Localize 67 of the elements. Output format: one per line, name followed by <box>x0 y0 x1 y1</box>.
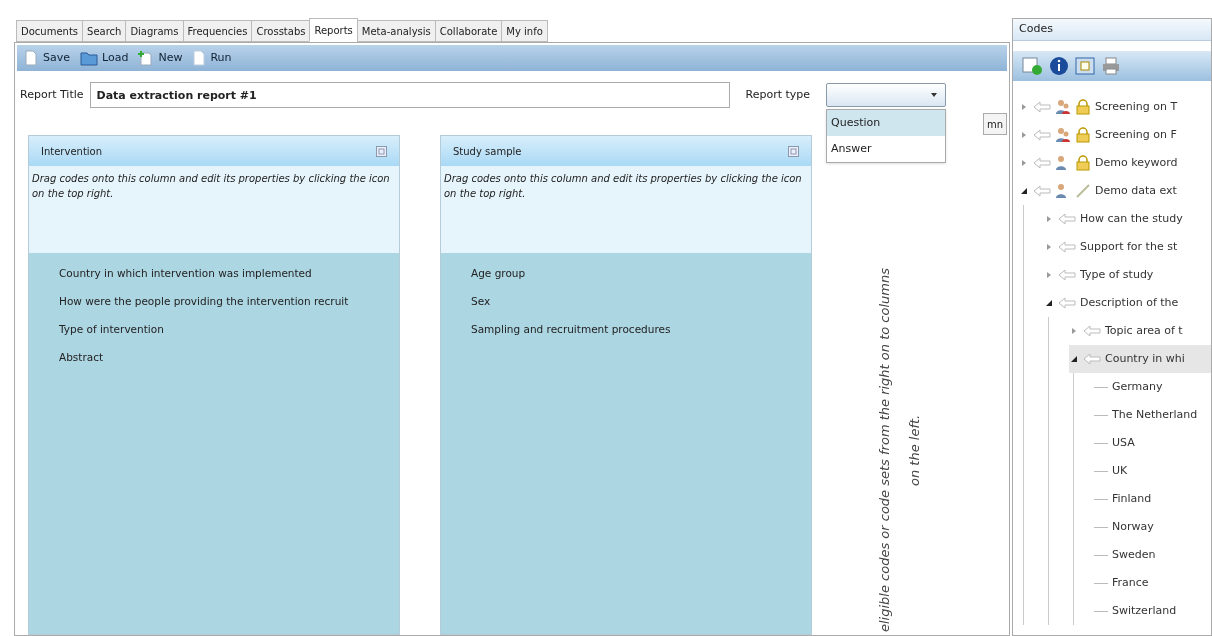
report-title-field[interactable]: Data extraction report #1 <box>89 82 730 108</box>
expand-triangle-icon[interactable] <box>1045 271 1053 279</box>
tab[interactable]: Documents <box>16 20 84 42</box>
column-code[interactable]: How were the people providing the intervention recruit <box>29 288 399 316</box>
arrow-outline-icon <box>1058 297 1076 309</box>
panel-title: Codes <box>1019 21 1053 38</box>
properties-icon[interactable] <box>788 145 799 157</box>
field-label: Report Title <box>20 86 84 103</box>
collapse-triangle-icon[interactable] <box>1020 187 1028 195</box>
arrow-outline-icon <box>1033 101 1051 113</box>
expand-triangle-icon[interactable] <box>1020 159 1028 167</box>
caret-icon <box>931 93 938 97</box>
people-icon <box>1055 127 1071 143</box>
printer-icon[interactable] <box>1101 56 1121 76</box>
expand-triangle-icon[interactable] <box>1020 131 1028 139</box>
arrow-outline-icon <box>1083 325 1101 337</box>
tab[interactable]: Crosstabs <box>251 20 311 42</box>
toolbar-button[interactable]: Run <box>192 49 232 67</box>
arrow-outline-icon <box>1058 241 1076 253</box>
tab[interactable]: Search <box>82 20 127 42</box>
people-icon <box>1055 99 1071 115</box>
arrow-outline-icon <box>1033 129 1051 141</box>
properties-icon[interactable] <box>376 145 387 157</box>
tree-row[interactable]: Country in whi <box>1069 345 1211 373</box>
column-code[interactable]: Sampling and recruitment procedures <box>441 316 811 344</box>
column-code[interactable]: Sex <box>441 288 811 316</box>
new-page-icon <box>138 50 155 66</box>
window-icon[interactable] <box>1075 57 1095 75</box>
report-type-dropdown[interactable] <box>826 83 947 107</box>
toolbar-button[interactable]: Load <box>80 49 129 67</box>
toolbar-button[interactable]: New <box>138 49 183 67</box>
column-code[interactable]: Type of intervention <box>29 316 399 344</box>
toolbar-button[interactable]: Save <box>23 49 70 67</box>
expand-triangle-icon[interactable] <box>1020 103 1028 111</box>
instruction-text: eligible codes or code sets from the right on to columns on the left. <box>875 267 923 634</box>
tab[interactable]: My info <box>501 20 548 42</box>
column-code[interactable]: Age group <box>441 260 811 288</box>
expand-triangle-icon[interactable] <box>1045 243 1053 251</box>
dropdown-option[interactable]: Answer <box>827 136 946 162</box>
arrow-outline-icon <box>1058 213 1076 225</box>
column-code[interactable]: Abstract <box>29 344 399 372</box>
arrow-outline-icon <box>1033 185 1051 197</box>
column-code[interactable]: Country in which intervention was implemented <box>29 260 399 288</box>
info-icon[interactable] <box>1049 56 1069 76</box>
expand-triangle-icon[interactable] <box>1070 327 1078 335</box>
column-title: Intervention <box>41 144 103 159</box>
column-hint: Drag codes onto this column and edit its properties by clicking the icon on the top right. <box>444 172 803 201</box>
page-icon <box>23 50 39 66</box>
collapse-triangle-icon[interactable] <box>1045 299 1053 307</box>
folder-icon <box>80 50 98 66</box>
dropdown-option[interactable]: Question <box>827 110 946 136</box>
expand-triangle-icon[interactable] <box>1045 215 1053 223</box>
tab[interactable]: Collaborate <box>434 20 503 42</box>
tab[interactable]: Diagrams <box>125 20 184 42</box>
arrow-outline-icon <box>1083 353 1101 365</box>
column-hint: Drag codes onto this column and edit its properties by clicking the icon on the top right. <box>32 172 391 201</box>
field-label: Report type <box>745 86 811 103</box>
arrow-outline-icon <box>1033 157 1051 169</box>
tab[interactable]: Frequencies <box>182 20 253 42</box>
arrow-outline-icon <box>1058 269 1076 281</box>
add-icon[interactable] <box>1021 56 1043 76</box>
page-icon <box>192 50 207 66</box>
tab[interactable]: Meta-analysis <box>356 20 436 42</box>
collapse-triangle-icon[interactable] <box>1070 355 1078 363</box>
add-column-button[interactable]: mn <box>982 113 1007 135</box>
column-title: Study sample <box>453 144 522 159</box>
tab[interactable]: Reports <box>309 18 358 42</box>
